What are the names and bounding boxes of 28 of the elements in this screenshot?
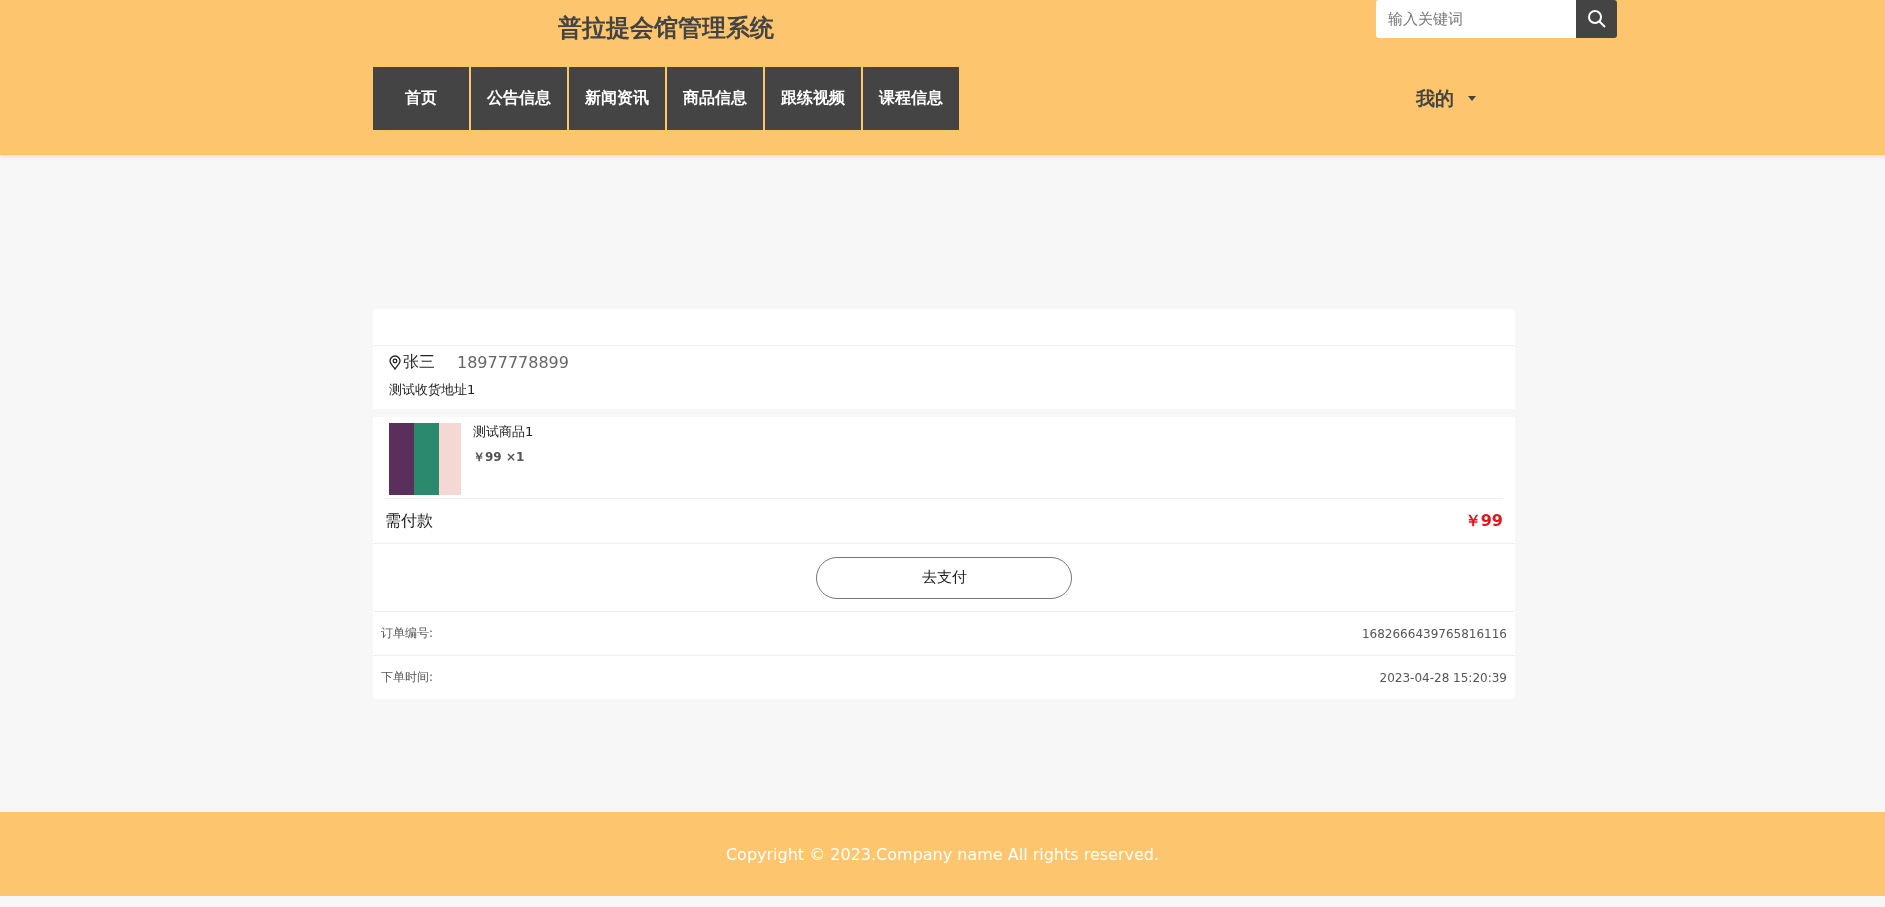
detail-value: 2023-04-28 15:20:39 (1379, 670, 1507, 685)
detail-label: 下单时间: (381, 669, 434, 686)
recipient-name: 张三 (403, 352, 435, 373)
copyright-text: Copyright © 2023.Company name All rights reserved. (725, 844, 1160, 864)
search-button[interactable] (1576, 0, 1617, 38)
nav-tab[interactable]: 公告信息 (471, 67, 567, 130)
user-menu[interactable]: 我的 (1416, 85, 1476, 112)
site-title: 普拉提会馆管理系统 (558, 13, 774, 44)
nav-tab[interactable]: 商品信息 (667, 67, 763, 130)
location-pin-icon (389, 355, 401, 370)
nav-tab[interactable]: 新闻资讯 (569, 67, 665, 130)
search-field[interactable]: 输入关键词 (1376, 0, 1576, 38)
pay-button[interactable]: 去支付 (816, 556, 1072, 599)
shipping-address: 测试收货地址1 (389, 381, 477, 399)
detail-label: 订单编号: (381, 625, 434, 642)
nav-tab[interactable]: 首页 (373, 67, 469, 130)
nav-tab[interactable]: 跟练视频 (765, 67, 861, 130)
total-amount: ￥99 (1464, 510, 1503, 532)
product-name: 测试商品1 (473, 423, 534, 441)
nav-tab[interactable]: 课程信息 (863, 67, 959, 130)
product-quantity: ×1 (505, 450, 525, 464)
search-icon (1586, 9, 1607, 29)
product-price: ￥99 (473, 450, 502, 464)
total-label: 需付款 (385, 510, 433, 532)
photo-placeholder (389, 423, 461, 495)
caret-icon (1468, 96, 1476, 101)
recipient-phone: 18977778899 (457, 353, 569, 372)
detail-value: 1682666439765816116 (1361, 626, 1507, 641)
